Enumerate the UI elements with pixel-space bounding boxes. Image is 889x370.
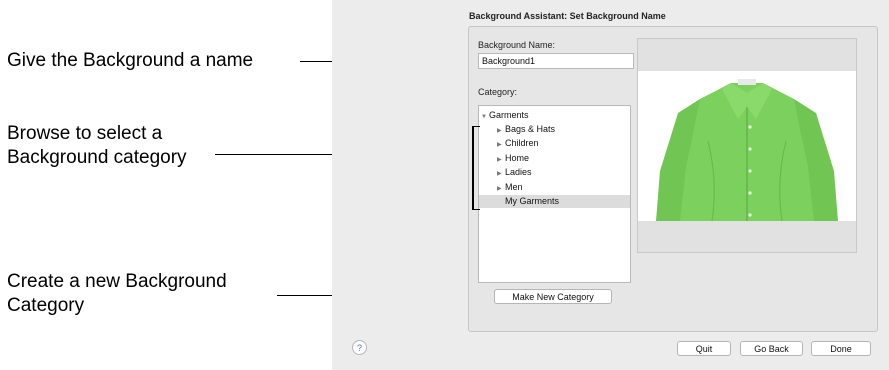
callout-new-line2: Category [7,295,85,316]
tree-item-label: Children [505,138,539,148]
bracket-bottom [472,209,480,210]
collapsed-triangle-icon[interactable]: ▶ [497,139,505,152]
quit-button[interactable]: Quit [677,341,731,356]
tree-item-garments[interactable]: ▼ Garments [479,109,632,122]
callout-category-line1: Browse to select a [7,123,163,144]
done-button[interactable]: Done [811,341,871,356]
tree-item-label: Ladies [505,167,532,177]
category-tree[interactable]: ▼ Garments ▶ Bags & Hats ▶ Children ▶ Home ▶… [478,105,631,283]
tree-item-label: Home [505,153,530,163]
category-label: Category: [478,87,518,97]
bracket-vertical [472,126,474,210]
tree-item-label: Bags & Hats [505,124,556,134]
callout-new-line1: Create a new Background [7,271,227,292]
help-button[interactable]: ? [352,340,367,355]
background-assistant-dialog: Background Assistant: Set Background Nam… [332,0,889,370]
tree-item-label: Men [505,182,523,192]
bracket-top [472,126,480,127]
tree-item-bags-hats[interactable]: ▶ Bags & Hats [479,123,630,136]
tree-item-home[interactable]: ▶ Home [479,152,630,165]
callout-category-line2: Background category [7,147,187,168]
tree-item-children[interactable]: ▶ Children [479,137,630,150]
collapsed-triangle-icon[interactable]: ▶ [497,168,505,181]
tree-item-men[interactable]: ▶ Men [479,181,630,194]
go-back-button[interactable]: Go Back [740,341,803,356]
tree-item-label: My Garments [505,196,560,206]
make-new-category-button[interactable]: Make New Category [494,289,612,304]
callout-new-category: Create a new Background Category [7,270,227,318]
dialog-title: Background Assistant: Set Background Nam… [469,11,666,21]
green-shirt-image [656,79,838,222]
callout-category: Browse to select a Background category [7,122,187,170]
tree-item-my-garments[interactable]: My Garments [479,195,630,208]
dialog-panel: Background Name: Background1 Category: ▼… [468,26,878,332]
background-name-input[interactable]: Background1 [478,53,634,69]
tree-item-label: Garments [489,110,529,120]
tree-item-ladies[interactable]: ▶ Ladies [479,166,630,179]
callout-name: Give the Background a name [7,50,254,71]
garment-preview-image [638,71,856,222]
background-preview [637,38,857,253]
background-name-label: Background Name: [478,40,556,50]
